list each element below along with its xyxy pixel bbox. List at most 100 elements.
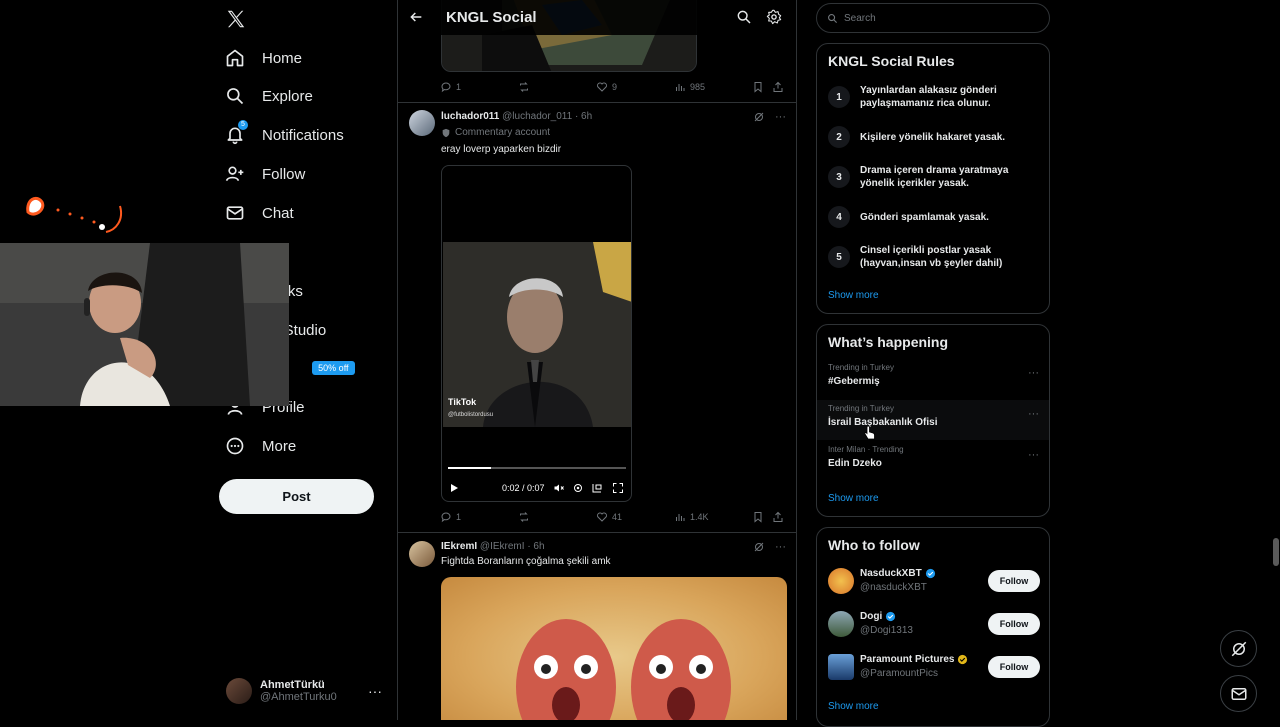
- nav-explore[interactable]: Explore: [222, 81, 313, 111]
- back-arrow-icon[interactable]: [408, 9, 424, 25]
- follow-button[interactable]: Follow: [988, 656, 1040, 678]
- rules-title: KNGL Social Rules: [828, 53, 955, 69]
- mute-icon[interactable]: [553, 482, 565, 494]
- reply-button[interactable]: 1: [440, 511, 461, 523]
- retweet-button[interactable]: [518, 81, 534, 93]
- share-icon[interactable]: [772, 81, 784, 93]
- fullscreen-icon[interactable]: [612, 482, 624, 494]
- trend-item[interactable]: Trending in Turkey İsrail Başbakanlık Of…: [817, 400, 1049, 440]
- more-horizontal-icon[interactable]: ···: [775, 541, 786, 553]
- grok-icon: [1231, 641, 1246, 656]
- video-progress-bar[interactable]: [448, 467, 626, 469]
- overlay-scribble: [26, 196, 122, 233]
- nav-follow[interactable]: Follow: [222, 159, 305, 189]
- tweet-top-actions: ···: [753, 111, 786, 123]
- tweet-media-image[interactable]: [441, 577, 787, 720]
- search-icon: [222, 83, 248, 109]
- rule-text: Yayınlardan alakasız gönderi paylaşmaman…: [860, 85, 997, 109]
- more-horizontal-icon[interactable]: ···: [1028, 449, 1039, 461]
- trend-item[interactable]: Trending in Turkey #Gebermiş ···: [817, 359, 1049, 399]
- x-logo-icon[interactable]: [225, 8, 247, 30]
- more-horizontal-icon[interactable]: ···: [1028, 367, 1039, 379]
- rule-text: Gönderi spamlamak yasak.: [860, 211, 989, 223]
- premium-discount-badge: 50% off: [312, 361, 355, 375]
- settings-icon[interactable]: [572, 482, 584, 494]
- rule-item: 2 Kişilere yönelik hakaret yasak.: [828, 126, 1038, 148]
- shield-icon: [441, 128, 451, 138]
- trend-item[interactable]: Inter Milan · Trending Edin Dzeko ···: [817, 441, 1049, 481]
- more-horizontal-icon[interactable]: ···: [368, 683, 382, 699]
- avatar: [828, 611, 854, 637]
- tweet-author-name[interactable]: IEkremI: [441, 541, 477, 552]
- rule-item: 4 Gönderi spamlamak yasak.: [828, 206, 1038, 228]
- like-button[interactable]: 9: [596, 81, 617, 93]
- community-header: KNGL Social: [398, 0, 796, 35]
- follow-button[interactable]: Follow: [988, 613, 1040, 635]
- nav-more[interactable]: More: [222, 431, 296, 461]
- account-handle: @AhmetTurku0: [260, 691, 337, 703]
- who-to-follow-card: Who to follow NasduckXBT @nasduckXBT Fol…: [816, 527, 1050, 727]
- views-button[interactable]: 1.4K: [674, 511, 709, 523]
- bookmark-icon[interactable]: [752, 511, 764, 523]
- tiktok-watermark: TikTok: [448, 397, 477, 407]
- share-icon[interactable]: [772, 511, 784, 523]
- tweet-author-handle[interactable]: @IEkremI: [480, 541, 525, 552]
- suggestion-handle: @Dogi1313: [860, 625, 913, 636]
- video-frame[interactable]: TikTok @futbolistordusu: [443, 242, 631, 427]
- tweet-time[interactable]: · 6h: [527, 541, 544, 552]
- play-icon[interactable]: [448, 482, 460, 494]
- trends-show-more-link[interactable]: Show more: [828, 493, 879, 504]
- follow-show-more-link[interactable]: Show more: [828, 701, 879, 712]
- follow-suggestion[interactable]: NasduckXBT @nasduckXBT Follow: [828, 566, 1040, 598]
- nav-home-label: Home: [262, 49, 303, 67]
- reply-icon: [441, 512, 451, 523]
- like-button[interactable]: 41: [596, 511, 622, 523]
- trend-name: Edin Dzeko: [828, 458, 882, 469]
- follow-suggestion[interactable]: Dogi @Dogi1313 Follow: [828, 609, 1040, 641]
- page-scrollbar[interactable]: [1271, 0, 1280, 720]
- follow-button[interactable]: Follow: [988, 570, 1040, 592]
- views-button[interactable]: 985: [674, 81, 705, 93]
- account-switcher[interactable]: AhmetTürkü @AhmetTurku0 ···: [226, 675, 386, 707]
- rule-text: Cinsel içerikli postlar yasak (hayvan,in…: [860, 245, 1003, 269]
- avatar[interactable]: [409, 541, 435, 567]
- rules-show-more-link[interactable]: Show more: [828, 290, 879, 301]
- avatar[interactable]: [409, 110, 435, 136]
- search-box[interactable]: [816, 3, 1050, 33]
- search-icon[interactable]: [736, 9, 752, 25]
- whats-happening-title: What’s happening: [828, 334, 949, 350]
- trend-name: İsrail Başbakanlık Ofisi: [828, 417, 938, 428]
- bell-icon: 5: [222, 120, 248, 148]
- pip-icon[interactable]: [591, 482, 603, 494]
- account-type-label: Commentary account: [455, 127, 551, 138]
- bookmark-icon[interactable]: [752, 81, 764, 93]
- grok-icon[interactable]: [753, 111, 765, 123]
- nav-chat[interactable]: Chat: [222, 198, 294, 228]
- video-player[interactable]: TikTok @futbolistordusu 0:02 / 0:07: [441, 165, 632, 502]
- verified-badge-icon: [925, 568, 935, 579]
- more-horizontal-icon[interactable]: ···: [775, 111, 786, 123]
- nav-home[interactable]: Home: [222, 43, 302, 73]
- scrollbar-thumb[interactable]: [1273, 538, 1279, 566]
- tweet-author-name[interactable]: luchador011: [441, 111, 499, 122]
- mouse-cursor-icon: [864, 425, 875, 440]
- more-horizontal-icon[interactable]: ···: [1028, 408, 1039, 420]
- webcam-overlay: [0, 243, 289, 406]
- nav-notifications[interactable]: 5 Notifications: [222, 120, 344, 150]
- retweet-button[interactable]: [518, 511, 534, 523]
- grok-icon[interactable]: [753, 541, 765, 553]
- suggestion-name: NasduckXBT: [860, 568, 936, 579]
- reply-count: 1: [456, 82, 462, 92]
- follow-suggestion[interactable]: Paramount Pictures @ParamountPics Follow: [828, 652, 1040, 684]
- search-input[interactable]: [844, 12, 1034, 24]
- grok-floating-button[interactable]: [1220, 630, 1257, 667]
- tweet-time[interactable]: · 6h: [575, 111, 592, 122]
- divider: [398, 102, 796, 103]
- tweet-author-handle[interactable]: @luchador_011: [502, 111, 572, 122]
- post-button[interactable]: Post: [219, 479, 374, 514]
- reply-button[interactable]: 1: [440, 81, 461, 93]
- messages-floating-button[interactable]: [1220, 675, 1257, 712]
- settings-gear-icon[interactable]: [766, 9, 782, 25]
- cartoon-creature-right: [631, 619, 731, 720]
- rule-item: 3 Drama içeren drama yaratmaya yönelik i…: [828, 164, 1038, 190]
